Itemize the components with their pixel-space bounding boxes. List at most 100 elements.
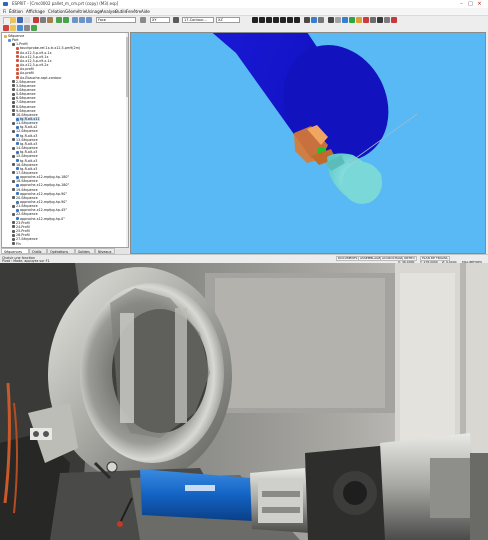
tool-icon [16, 200, 19, 204]
open-icon[interactable] [10, 17, 16, 23]
op-icon [12, 109, 15, 113]
tool-combo[interactable]: XZ [216, 17, 240, 23]
config-icon[interactable] [370, 17, 376, 23]
simulation-icon[interactable] [304, 17, 310, 23]
menu-help[interactable]: Aide [141, 9, 150, 14]
menu-machining[interactable]: Usinage [86, 9, 102, 14]
view-combo[interactable]: Face [96, 17, 136, 23]
op-icon [12, 92, 15, 96]
menu-file[interactable]: Fi [3, 9, 6, 14]
toolpath-icon[interactable] [328, 17, 334, 23]
window-title: ESPRIT - [Cmc0002 pallet_m_cm.prt (copy)… [12, 1, 119, 6]
zoom-icon[interactable] [72, 17, 78, 23]
maximize-button[interactable]: □ [467, 1, 474, 7]
measure-icon[interactable] [335, 17, 341, 23]
esprit-window: ESPRIT - [Cmc0002 pallet_m_cm.prt (copy)… [0, 0, 488, 264]
scene-icon[interactable] [384, 17, 390, 23]
probe-icon [16, 55, 19, 59]
print-icon[interactable] [24, 17, 30, 23]
properties-icon[interactable] [17, 25, 23, 31]
close-button[interactable]: × [476, 1, 483, 7]
machine-photo [0, 263, 488, 540]
op-icon [12, 204, 15, 208]
redo-icon[interactable] [63, 17, 69, 23]
part-icon [8, 38, 11, 42]
scrollbar-thumb[interactable] [126, 37, 128, 97]
undo-icon[interactable] [56, 17, 62, 23]
menu-geometry[interactable]: Géométrie [65, 9, 86, 14]
pause-icon[interactable] [273, 17, 279, 23]
solid-icon[interactable] [311, 17, 317, 23]
op-icon [12, 154, 15, 158]
project-tree: Séquence Part 1-Profil touchprobe-ref-1x-tr… [1, 32, 129, 248]
lamp-icon[interactable] [356, 17, 362, 23]
filter-icon[interactable] [24, 25, 30, 31]
tool-icon [16, 175, 19, 179]
probe-icon [16, 59, 19, 63]
tree-item[interactable]: Fin [12, 242, 21, 246]
camera-icon[interactable] [377, 17, 383, 23]
grid-icon[interactable] [173, 17, 179, 23]
folder-icon[interactable] [10, 25, 16, 31]
op-icon [12, 242, 15, 245]
status-bar: Choisir une fonction Pivot : Mode, appuy… [0, 254, 488, 264]
lathe-photo-illustration [0, 263, 488, 540]
minimize-button[interactable]: – [458, 1, 465, 7]
check-icon[interactable] [349, 17, 355, 23]
operation-combo[interactable]: 17-Contour... [182, 17, 214, 23]
op-icon [12, 233, 15, 237]
op-icon [12, 179, 15, 183]
rotate-icon[interactable] [86, 17, 92, 23]
step-back-icon[interactable] [259, 17, 265, 23]
select-icon[interactable] [3, 25, 9, 31]
op-icon [12, 80, 15, 84]
menu-edit[interactable]: Édition [9, 9, 23, 14]
part-solid [325, 153, 382, 204]
graphics-viewport[interactable] [130, 32, 486, 254]
save-icon[interactable] [17, 17, 23, 23]
menu-view[interactable]: Affichage [26, 9, 45, 14]
op-icon [12, 146, 15, 150]
layer-icon[interactable] [140, 17, 146, 23]
last-step-icon[interactable] [294, 17, 300, 23]
shade-icon[interactable] [342, 17, 348, 23]
cut-icon[interactable] [33, 17, 39, 23]
menu-create[interactable]: Création [48, 9, 65, 14]
delete-icon[interactable] [391, 17, 397, 23]
refresh-icon[interactable] [31, 25, 37, 31]
op-icon [12, 188, 15, 192]
screenshot: ESPRIT - [Cmc0002 pallet_m_cm.prt (copy)… [0, 0, 488, 540]
op-icon [12, 221, 15, 225]
settings-icon[interactable] [318, 17, 324, 23]
play-icon[interactable] [266, 17, 272, 23]
copy-icon[interactable] [40, 17, 46, 23]
status-assembly[interactable]: ASSEMBLAGE [358, 256, 383, 261]
tool-icon [16, 134, 19, 138]
first-step-icon[interactable] [252, 17, 258, 23]
probe-icon [16, 63, 19, 67]
probe-icon [16, 71, 19, 75]
grid-combo[interactable]: XY [150, 17, 170, 23]
status-documents[interactable]: DOCUMENTS [336, 256, 360, 261]
op-icon [12, 171, 15, 175]
secondary-toolbar [0, 24, 488, 32]
op-icon [12, 225, 15, 229]
stop-sim-icon[interactable] [363, 17, 369, 23]
op-icon [12, 96, 15, 100]
op-icon [12, 121, 15, 125]
tree-scrollbar[interactable] [126, 33, 128, 247]
menu-window[interactable]: Fenêtre [126, 9, 141, 14]
op-icon [12, 129, 15, 133]
pan-icon[interactable] [79, 17, 85, 23]
op-icon [12, 229, 15, 233]
menu-tools[interactable]: Outils [115, 9, 127, 14]
stop-icon[interactable] [280, 17, 286, 23]
simulation-scene [212, 33, 418, 204]
step-forward-icon[interactable] [287, 17, 293, 23]
folder-icon [4, 34, 7, 38]
tool-icon [16, 183, 19, 187]
paste-icon[interactable] [47, 17, 53, 23]
tool-icon [16, 217, 19, 221]
op-icon [12, 88, 15, 92]
op-icon [12, 84, 15, 88]
